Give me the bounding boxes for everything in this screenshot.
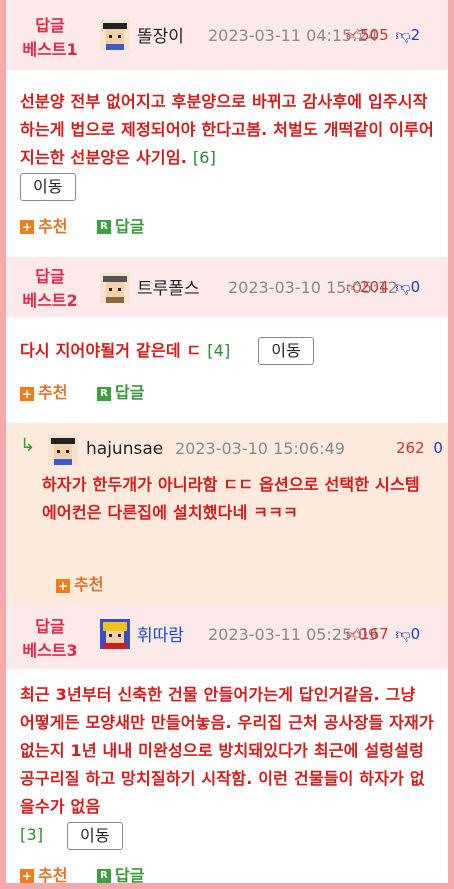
author-nick[interactable]: hajunsae bbox=[86, 439, 163, 459]
comment-header: 답글 베스트3 휘따람 2023-03-11 05:25:09 👍︎167 👎︎… bbox=[6, 605, 448, 669]
reply-button[interactable]: R 답글 bbox=[97, 383, 144, 402]
recommend-button[interactable]: + 추천 bbox=[20, 217, 67, 236]
author-nick[interactable]: 똘장이 bbox=[137, 22, 184, 47]
thumbs-up-icon[interactable]: 👍︎ bbox=[346, 278, 362, 297]
thumbs-down-icon[interactable]: 👎︎ bbox=[395, 278, 410, 296]
comment-actions: + 추천 R 답글 bbox=[6, 373, 448, 413]
thumbs-up-icon[interactable]: 👍︎ bbox=[346, 26, 362, 45]
comment-actions: + 추천 R 답글 bbox=[6, 207, 448, 247]
comment-body: 최근 3년부터 신축한 건물 안들어가는게 답인거같음. 그냥 어떻게든 모양새… bbox=[6, 669, 448, 850]
plus-icon: + bbox=[20, 386, 34, 401]
author-nick[interactable]: 트루폴스 bbox=[137, 274, 200, 299]
recommend-button[interactable]: + 추천 bbox=[20, 383, 67, 402]
move-button[interactable]: 이동 bbox=[20, 172, 76, 201]
recommend-button[interactable]: + 추천 bbox=[20, 866, 67, 883]
comment-body: 하자가 한두개가 아니라함 ㄷㄷ 옵션으로 선택한 시스템 에어컨은 다른집에 … bbox=[42, 475, 420, 522]
timestamp: 2023-03-10 15:06:49 bbox=[175, 439, 345, 458]
vote-counts: 👍︎505 👎︎2 bbox=[346, 26, 421, 45]
thumbs-down-icon[interactable]: 👎︎ bbox=[395, 26, 410, 44]
reply-count: [6] bbox=[192, 148, 217, 167]
reply-r-icon: R bbox=[97, 220, 112, 234]
reply-button[interactable]: R 답글 bbox=[97, 217, 144, 236]
comment-actions: + 추천 R 답글 bbox=[6, 856, 448, 883]
avatar-icon[interactable] bbox=[48, 435, 78, 465]
reply-button[interactable]: R 답글 bbox=[97, 866, 144, 883]
best-badge: 답글 베스트1 bbox=[22, 16, 78, 59]
move-button[interactable]: 이동 bbox=[67, 821, 123, 850]
avatar-icon[interactable] bbox=[100, 272, 130, 303]
plus-icon: + bbox=[20, 869, 34, 883]
reply-count: [3] bbox=[20, 825, 44, 844]
avatar-icon[interactable] bbox=[100, 20, 130, 50]
reply-comment: ↳ hajunsae 2023-03-10 15:06:49 262 0 하자가… bbox=[6, 423, 448, 605]
vote-counts: 👍︎167 👎︎0 bbox=[346, 625, 421, 644]
comment-header: 답글 베스트1 똘장이 2023-03-11 04:15:24 👍︎505 👎︎… bbox=[6, 0, 448, 70]
comment-body: 선분양 전부 없어지고 후분양으로 바뀌고 감사후에 입주시작 하는게 법으로 … bbox=[6, 70, 448, 201]
reply-r-icon: R bbox=[97, 869, 112, 883]
best-badge: 답글 베스트2 bbox=[22, 266, 78, 310]
avatar-icon[interactable] bbox=[100, 619, 130, 649]
vote-counts: 👍︎204 👎︎0 bbox=[346, 277, 421, 297]
plus-icon: + bbox=[20, 220, 34, 234]
reply-arrow-icon: ↳ bbox=[20, 435, 36, 456]
best-badge: 답글 베스트3 bbox=[22, 617, 78, 660]
recommend-button[interactable]: + 추천 bbox=[56, 571, 103, 595]
thumbs-down-icon[interactable]: 👎︎ bbox=[395, 625, 410, 643]
comment-header: 답글 베스트2 트루폴스 2023-03-10 15:05:12 👍︎204 👎… bbox=[6, 256, 448, 317]
author-nick[interactable]: 휘따람 bbox=[137, 621, 184, 646]
comment-list: 답글 베스트1 똘장이 2023-03-11 04:15:24 👍︎505 👎︎… bbox=[6, 0, 448, 883]
vote-counts: 262 0 bbox=[396, 439, 443, 457]
comment-body: 다시 지어야될거 같은데 ㄷ [4] 이동 bbox=[6, 317, 448, 365]
plus-icon: + bbox=[56, 578, 70, 593]
move-button[interactable]: 이동 bbox=[258, 337, 315, 365]
thumbs-up-icon[interactable]: 👍︎ bbox=[346, 625, 362, 644]
reply-count: [4] bbox=[207, 340, 231, 360]
reply-r-icon: R bbox=[97, 386, 112, 401]
